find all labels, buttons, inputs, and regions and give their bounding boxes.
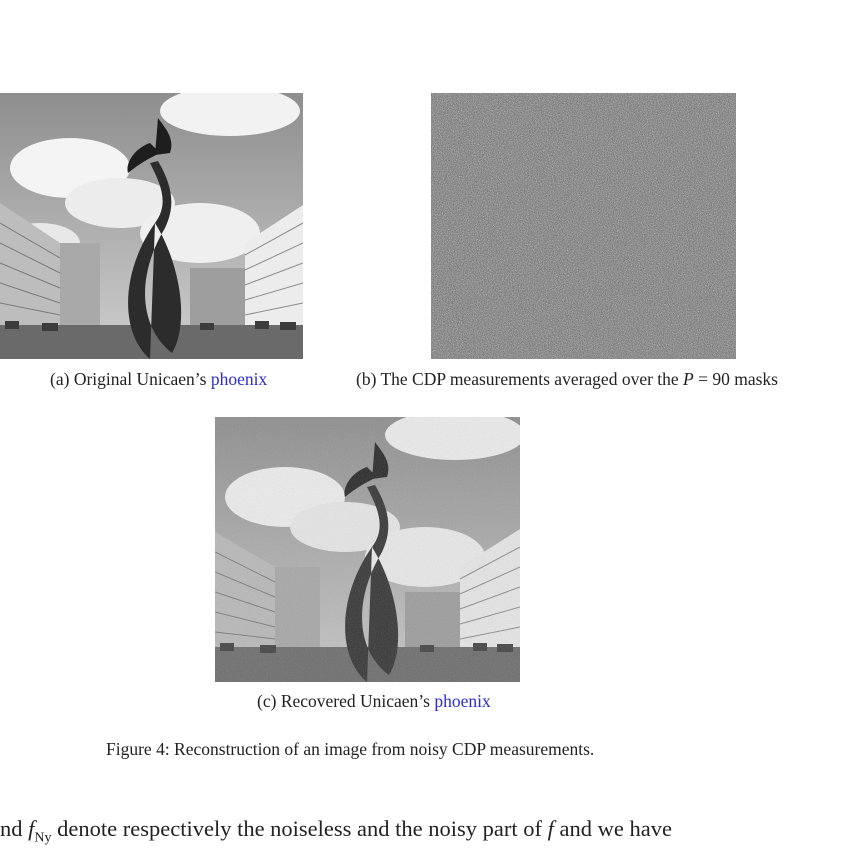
- recovered-phoenix-image: [215, 417, 520, 682]
- subfigure-a-caption: (a) Original Unicaen’s phoenix: [50, 369, 267, 389]
- body-text-suffix: and we have: [553, 816, 672, 841]
- subfigure-c-label: (c): [257, 691, 277, 711]
- original-phoenix-image: [0, 93, 303, 359]
- subfigure-b-variable: P: [683, 369, 694, 389]
- subfigure-b-text-after: = 90 masks: [693, 369, 778, 389]
- phoenix-link-a[interactable]: phoenix: [211, 369, 267, 389]
- subfigure-b-text: The CDP measurements averaged over the: [380, 369, 684, 389]
- subfigure-b-caption: (b) The CDP measurements averaged over t…: [356, 369, 778, 389]
- subfigure-a-label: (a): [50, 369, 70, 389]
- subfigure-b-label: (b): [356, 369, 377, 389]
- body-text-line: nd fNy denote respectively the noiseless…: [0, 816, 672, 852]
- subfigure-c-text: Recovered Unicaen’s: [280, 691, 435, 711]
- body-text-middle: denote respectively the noiseless and th…: [51, 816, 548, 841]
- figure-caption: Figure 4: Reconstruction of an image fro…: [106, 739, 595, 759]
- body-text-subscript: Ny: [34, 830, 52, 846]
- subfigure-a-text: Original Unicaen’s: [73, 369, 211, 389]
- body-text-prefix: nd: [0, 816, 29, 841]
- phoenix-link-c[interactable]: phoenix: [434, 691, 490, 711]
- subfigure-c-caption: (c) Recovered Unicaen’s phoenix: [257, 691, 491, 711]
- cdp-measurements-image: [431, 93, 736, 359]
